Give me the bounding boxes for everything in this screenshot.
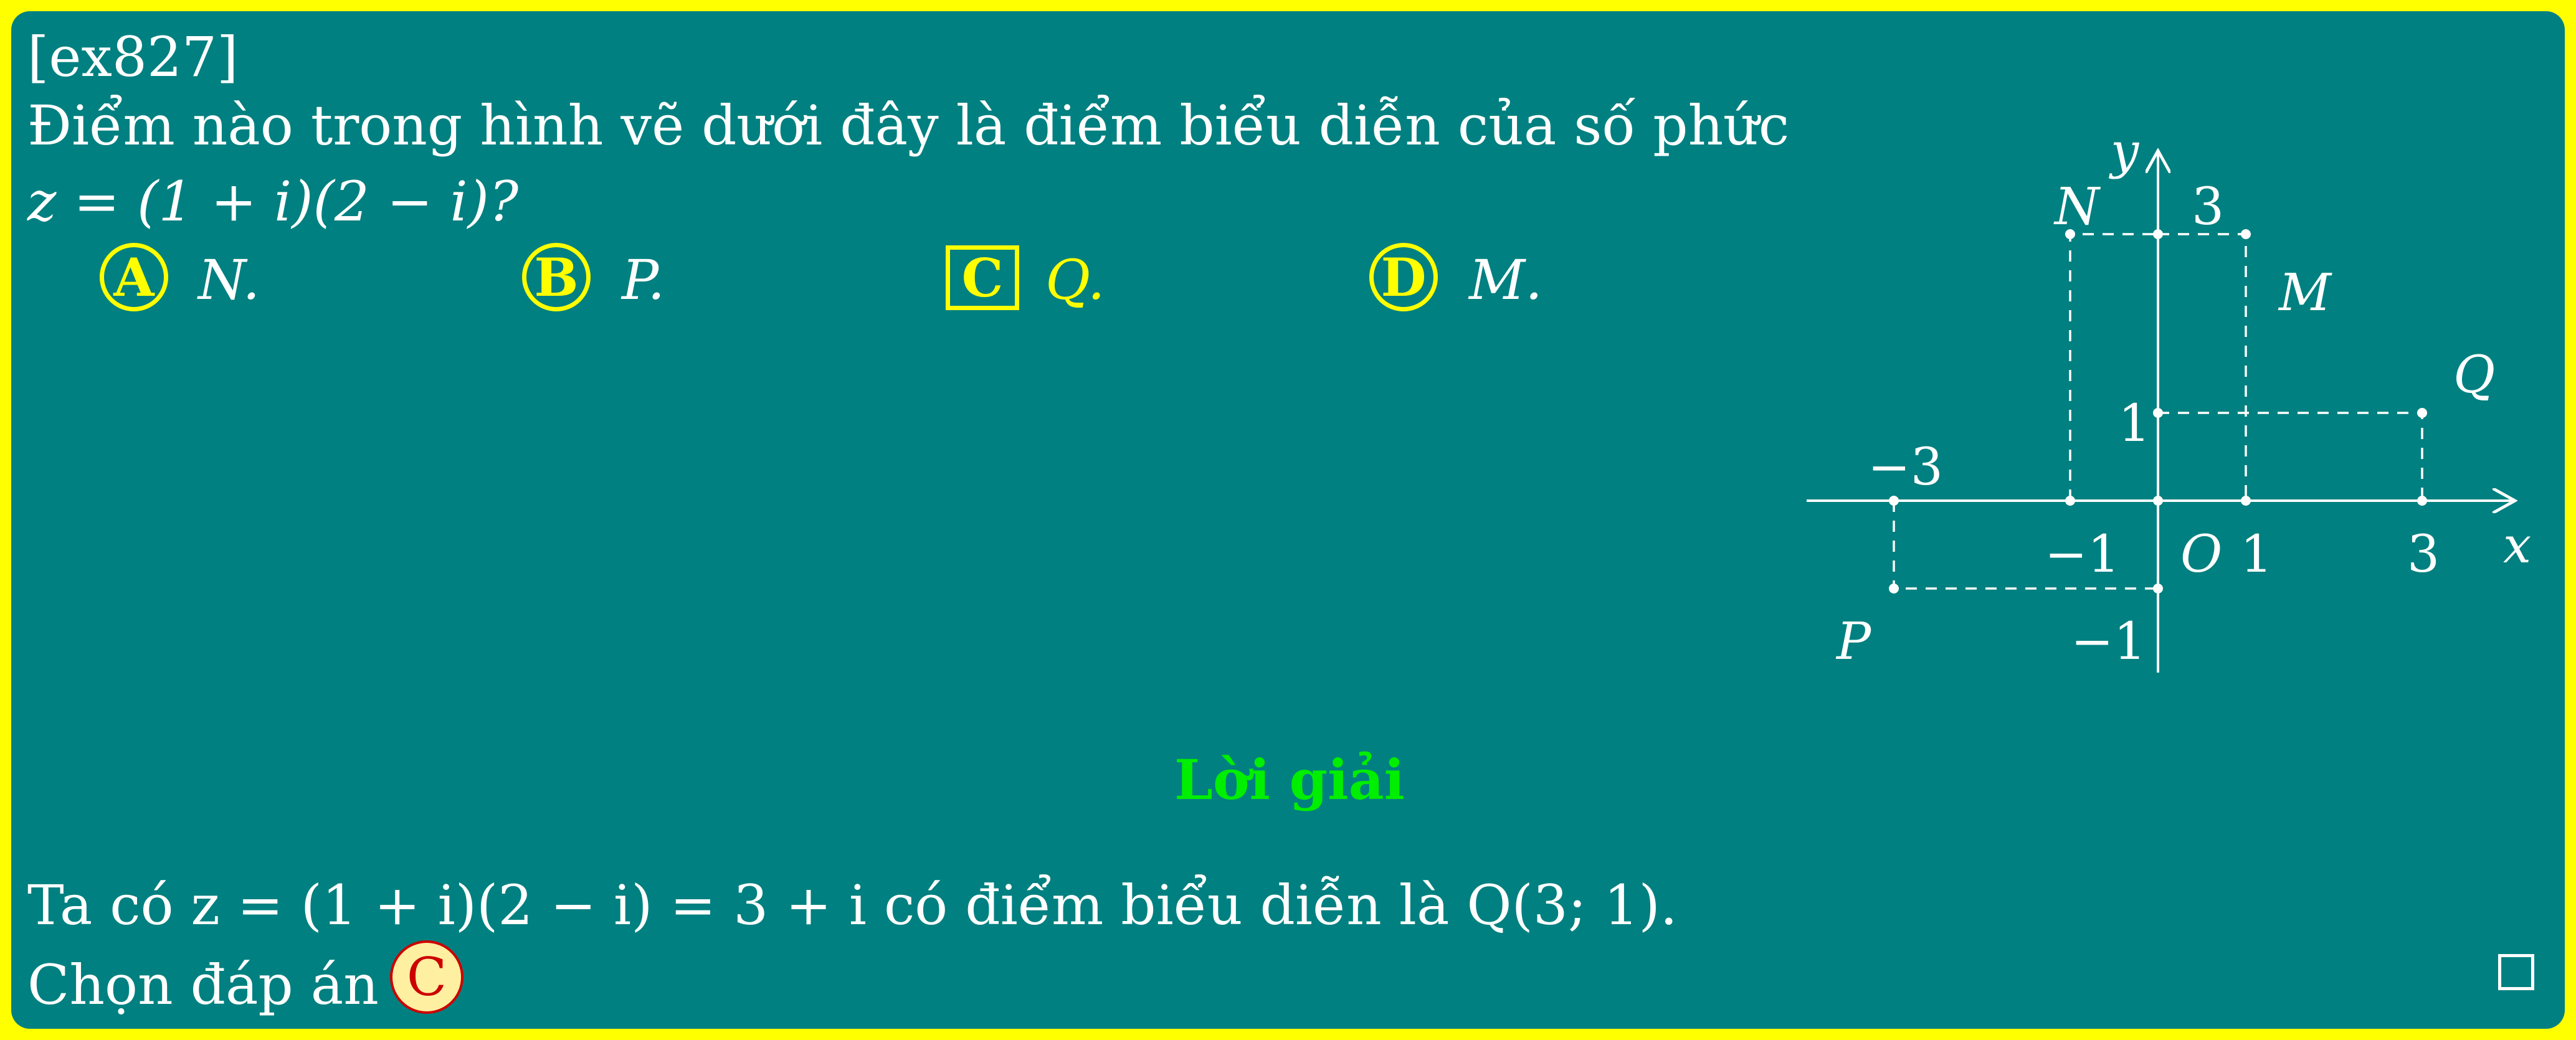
solution-line-2: Chọn đáp án xyxy=(27,953,379,1017)
tick-dot-yneg1 xyxy=(2153,584,2163,593)
tick-dot-y1 xyxy=(2153,408,2163,418)
tick-dot-x3 xyxy=(2417,496,2427,506)
answer-badge: C xyxy=(390,940,463,1014)
axis-label-x: x xyxy=(2503,516,2531,574)
option-d-value[interactable]: M. xyxy=(1469,253,1542,308)
solution-title: Lời giải xyxy=(1174,747,1405,812)
option-b-value[interactable]: P. xyxy=(622,253,665,308)
tick-label-x3: 3 xyxy=(2407,525,2440,584)
tick-label-yneg1: −1 xyxy=(2071,612,2146,671)
qed-box xyxy=(2498,954,2534,990)
tick-label-xneg3: −3 xyxy=(1868,438,1943,497)
point-label-P: P xyxy=(1835,612,1872,671)
complex-plane-figure: y x O N M Q P 3 1 −1 −3 −1 1 3 xyxy=(1807,130,2531,673)
option-d-marker[interactable]: D xyxy=(1369,243,1438,311)
option-c-value[interactable]: Q. xyxy=(1045,253,1105,308)
point-label-M: M xyxy=(2278,263,2332,323)
origin-label: O xyxy=(2180,525,2222,584)
tick-label-xneg1: −1 xyxy=(2045,525,2120,584)
tick-dot-xneg3 xyxy=(1889,496,1899,506)
point-label-Q: Q xyxy=(2453,346,2495,405)
exercise-panel: [ex827] Điểm nào trong hình vẽ dưới đây … xyxy=(11,11,2565,1029)
guide-N xyxy=(2069,233,2158,501)
option-b-marker[interactable]: B xyxy=(522,243,591,311)
option-a-value[interactable]: N. xyxy=(198,253,260,308)
tick-dot-y3 xyxy=(2153,229,2163,239)
axis-label-y: y xyxy=(2109,130,2140,180)
tick-label-x1: 1 xyxy=(2240,525,2273,584)
exercise-id: [ex827] xyxy=(27,25,239,89)
point-label-N: N xyxy=(2053,177,2101,237)
point-Q xyxy=(2417,408,2427,418)
tick-label-y3: 3 xyxy=(2192,177,2224,237)
tick-label-y1: 1 xyxy=(2118,394,2151,453)
option-a-marker[interactable]: A xyxy=(100,243,168,311)
origin-dot xyxy=(2153,496,2163,506)
guide-Q xyxy=(2158,412,2423,501)
question-line-1: Điểm nào trong hình vẽ dưới đây là điểm … xyxy=(27,93,1790,158)
point-P xyxy=(1889,584,1899,593)
point-M xyxy=(2241,229,2251,239)
option-c-marker[interactable]: C xyxy=(946,245,1019,310)
solution-line-1: Ta có z = (1 + i)(2 − i) = 3 + i có điểm… xyxy=(27,873,1678,937)
guide-M xyxy=(2158,233,2247,501)
question-line-2: z = (1 + i)(2 − i)? xyxy=(27,169,519,234)
tick-dot-x1 xyxy=(2241,496,2251,506)
tick-dot-xneg1 xyxy=(2065,496,2075,506)
